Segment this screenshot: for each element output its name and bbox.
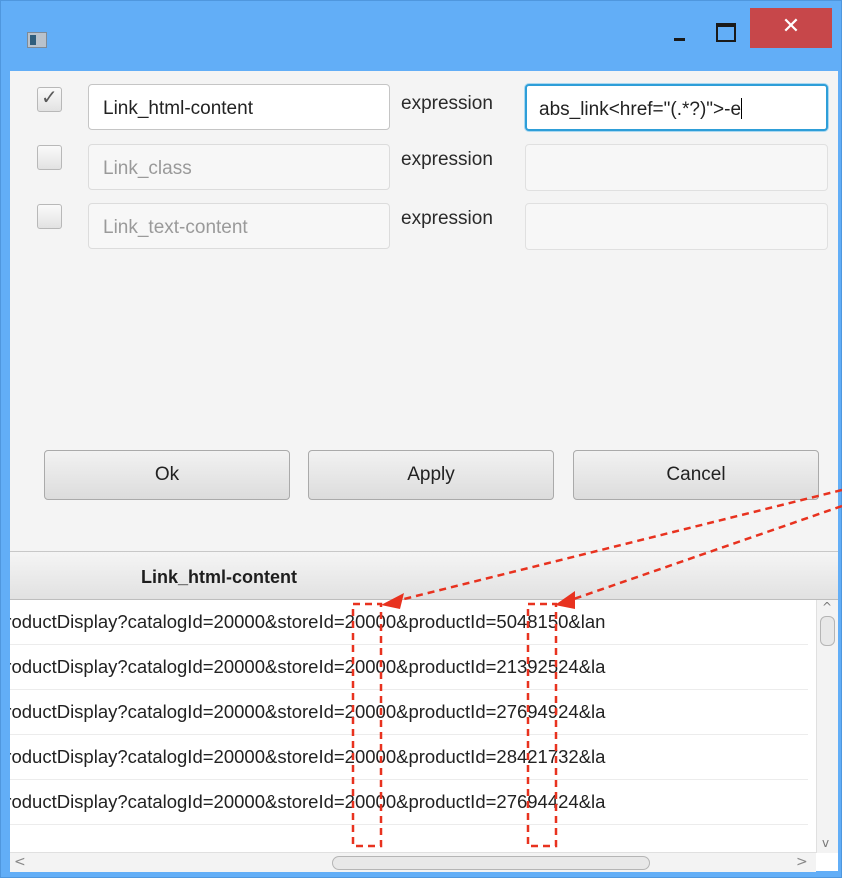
scroll-down-icon[interactable]: v [822,836,829,850]
apply-button[interactable]: Apply [308,450,554,500]
row-text: productDisplay?catalogId=20000&storeId=2… [10,656,606,677]
field-row-text-content: Link_text-content expression [10,201,838,251]
close-icon: ✕ [781,14,801,39]
close-button[interactable]: ✕ [750,8,832,48]
column-header[interactable]: Link_html-content [10,552,838,600]
field-name-input[interactable]: Link_text-content [88,203,390,249]
row-text: productDisplay?catalogId=20000&storeId=2… [10,746,606,767]
vertical-scrollbar[interactable]: ^ v [816,600,838,853]
table-row[interactable]: productDisplay?catalogId=20000&storeId=2… [10,735,808,780]
include-checkbox[interactable] [37,145,62,170]
row-text: productDisplay?catalogId=20000&storeId=2… [10,611,606,632]
expression-input[interactable]: abs_link<href="(.*?)">-e [525,84,828,131]
title-bar[interactable]: ✕ [1,1,842,69]
expression-label: expression [401,93,493,114]
minimize-button[interactable] [657,13,703,49]
text-cursor [741,98,743,119]
results-table: Link_html-content productDisplay?catalog… [10,551,838,872]
field-row-class: Link_class expression [10,142,838,192]
table-row[interactable]: productDisplay?catalogId=20000&storeId=2… [10,600,808,645]
dialog-window: ✕ Link_html-content expression abs_link<… [0,0,842,878]
table-row[interactable]: productDisplay?catalogId=20000&storeId=2… [10,690,808,735]
horizontal-scrollbar[interactable]: < > [10,852,816,872]
column-header-label: Link_html-content [141,567,297,587]
field-name-input[interactable]: Link_html-content [88,84,390,130]
app-icon [27,32,47,48]
include-checkbox[interactable] [37,204,62,229]
expression-input[interactable] [525,144,828,191]
table-row[interactable]: productDisplay?catalogId=20000&storeId=2… [10,780,808,825]
ok-button[interactable]: Ok [44,450,290,500]
expression-value: abs_link<href="(.*?)">-e [539,99,742,120]
scroll-right-icon[interactable]: > [796,854,808,870]
scroll-up-icon[interactable]: ^ [822,600,832,614]
include-checkbox[interactable] [37,85,62,112]
horizontal-scroll-thumb[interactable] [332,856,650,870]
row-text: productDisplay?catalogId=20000&storeId=2… [10,701,606,722]
cancel-button[interactable]: Cancel [573,450,819,500]
expression-input[interactable] [525,203,828,250]
dialog-content: Link_html-content expression abs_link<hr… [10,71,838,872]
expression-label: expression [401,149,493,170]
field-name-input[interactable]: Link_class [88,144,390,190]
vertical-scroll-thumb[interactable] [820,616,835,646]
table-row[interactable]: productDisplay?catalogId=20000&storeId=2… [10,645,808,690]
expression-label: expression [401,208,493,229]
field-row-html-content: Link_html-content expression abs_link<hr… [10,84,838,134]
row-text: productDisplay?catalogId=20000&storeId=2… [10,791,606,812]
scroll-left-icon[interactable]: < [14,854,26,870]
maximize-button[interactable] [701,13,747,49]
